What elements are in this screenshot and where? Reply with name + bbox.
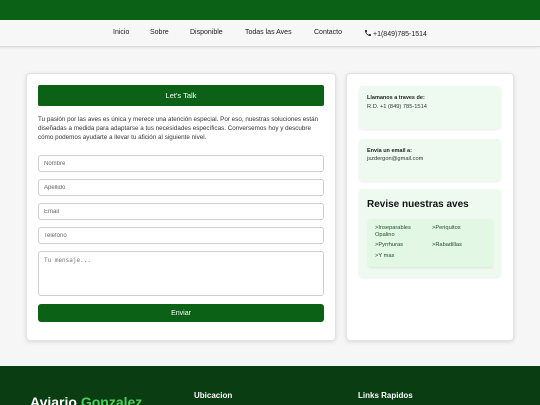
nav-link-sobre[interactable]: Sobre — [150, 29, 169, 36]
name-input[interactable] — [38, 155, 324, 172]
nav-phone-link[interactable]: +1(849)785-1514 — [364, 29, 427, 38]
footer-location-heading: Ubicacion — [194, 391, 233, 400]
birds-box-title: Revise nuestras aves — [367, 199, 469, 210]
bird-link-pyrrhuras[interactable]: >Pyrrhuras — [375, 242, 403, 249]
phone-icon — [365, 30, 371, 36]
bird-link-periquitos[interactable]: >Periquitos — [432, 225, 461, 232]
send-button[interactable]: Enviar — [38, 304, 324, 322]
email-info-address: jszdergon@gmail.com — [367, 156, 424, 162]
birds-links-panel: >Inseparables Opalino >Periquitos >Pyrrh… — [368, 219, 493, 267]
message-textarea[interactable] — [38, 251, 324, 296]
email-input[interactable] — [38, 203, 324, 220]
call-info-box: Llamanos a traves de: R.D. +1 (849) 785-… — [359, 86, 501, 129]
contact-intro-text: Tu pasión por las aves es única y merece… — [38, 116, 319, 142]
footer-brand-first: Aviario — [30, 394, 77, 405]
main-nav: Inicio Sobre Disponible Todas las Aves C… — [0, 20, 540, 47]
phone-input[interactable] — [38, 227, 324, 244]
email-info-title: Envia un email a: — [367, 148, 412, 154]
contact-form-title: Let's Talk — [38, 85, 324, 106]
nav-phone-number: +1(849)785-1514 — [373, 31, 427, 38]
call-info-phone: R.D. +1 (849) 785-1514 — [367, 104, 427, 110]
nav-link-todas-las-aves[interactable]: Todas las Aves — [245, 29, 292, 36]
footer-brand: Aviario Gonzalez — [30, 394, 142, 405]
surname-input[interactable] — [38, 179, 324, 196]
call-info-title: Llamanos a traves de: — [367, 95, 425, 101]
bird-link-inseparables[interactable]: >Inseparables Opalino — [375, 225, 430, 238]
bird-link-rabadillas[interactable]: >Rabadillas — [432, 242, 462, 249]
nav-link-contacto[interactable]: Contacto — [314, 29, 342, 36]
birds-box: Revise nuestras aves >Inseparables Opali… — [359, 189, 501, 277]
nav-link-disponible[interactable]: Disponible — [190, 29, 223, 36]
footer-brand-second: Gonzalez — [80, 394, 143, 405]
nav-link-inicio[interactable]: Inicio — [113, 29, 129, 36]
site-footer: Aviario Gonzalez Ubicacion Links Rapidos — [0, 366, 540, 405]
top-bar — [0, 0, 540, 20]
email-info-box: Envia un email a: jszdergon@gmail.com — [359, 139, 501, 181]
footer-links-heading: Links Rapidos — [358, 391, 413, 400]
bird-link-y-mas[interactable]: >Y mas — [375, 253, 394, 260]
